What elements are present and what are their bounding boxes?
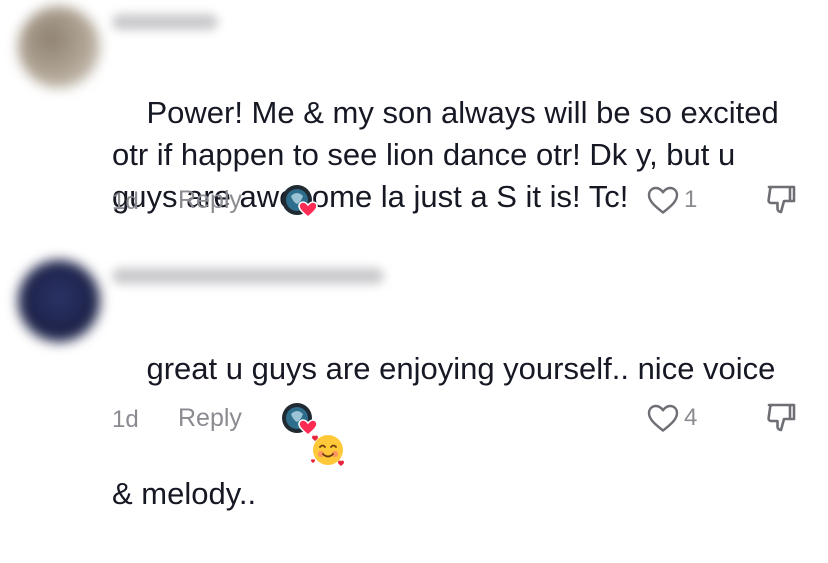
username[interactable] — [112, 268, 384, 284]
comment-text: Power! Me & my son always will be so exc… — [112, 50, 802, 260]
comment-text: great u guys are enjoying yourself.. nic… — [112, 306, 802, 563]
avatar[interactable] — [18, 260, 100, 342]
avatar[interactable] — [18, 6, 100, 88]
like-count: 1 — [684, 186, 698, 213]
comment-timestamp: 1d — [112, 406, 139, 433]
creator-liked-badge — [282, 185, 318, 219]
comment-item: great u guys are enjoying yourself.. nic… — [0, 230, 828, 511]
reply-button[interactable]: Reply — [178, 404, 242, 433]
red-heart-badge-icon — [298, 419, 318, 437]
username[interactable] — [112, 14, 218, 30]
heart-outline-icon — [647, 186, 679, 214]
like-count: 4 — [684, 404, 698, 431]
thumbs-down-icon[interactable] — [764, 182, 798, 218]
like-button[interactable]: 4 — [646, 400, 697, 436]
reply-button[interactable]: Reply — [178, 186, 242, 215]
thumbs-down-icon[interactable] — [764, 400, 798, 436]
like-button[interactable]: 1 — [646, 182, 697, 218]
creator-liked-badge — [282, 403, 318, 437]
comment-timestamp: 1d — [112, 188, 139, 215]
heart-outline-icon — [647, 404, 679, 432]
comment-item: Power! Me & my son always will be so exc… — [0, 0, 828, 230]
red-heart-badge-icon — [298, 201, 318, 219]
